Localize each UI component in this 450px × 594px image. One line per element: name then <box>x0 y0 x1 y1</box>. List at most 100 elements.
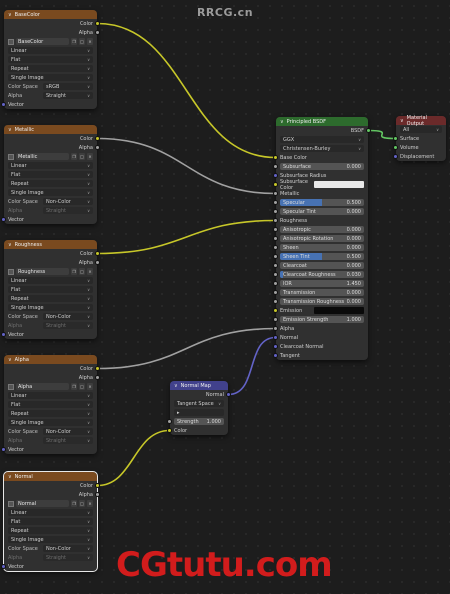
extension-dropdown[interactable]: Repeat ∨ <box>8 295 93 302</box>
fake-user-icon[interactable]: ❐ <box>71 268 77 275</box>
folder-icon[interactable]: □ <box>79 500 85 507</box>
fake-user-icon[interactable]: ❐ <box>71 383 77 390</box>
image-texture-node[interactable]: ∨ Normal Color Alpha Normal ❐ □ × Linear ∨ Flat ∨ Re… <box>1 471 100 572</box>
base-color-input-socket[interactable] <box>273 155 278 160</box>
extension-dropdown[interactable]: Repeat ∨ <box>8 65 93 72</box>
subsurface-radius-input-socket[interactable] <box>273 173 278 178</box>
anisotropic-socket[interactable] <box>273 227 278 232</box>
transmission-roughness-slider[interactable]: Transmission Roughness 0.000 <box>280 298 364 305</box>
clearcoat-normal-input-socket[interactable] <box>273 344 278 349</box>
principled-bsdf-node[interactable]: ∨ Principled BSDF BSDF GGX ∨ Christensen-Burl… <box>273 117 371 360</box>
emission-strength-slider[interactable]: Emission Strength 1.000 <box>280 316 364 323</box>
anisotropic-rotation-socket[interactable] <box>273 236 278 241</box>
source-dropdown[interactable]: Single Image ∨ <box>8 304 93 311</box>
alpha-output-socket[interactable] <box>95 375 100 380</box>
collapse-icon[interactable]: ∨ <box>8 127 12 133</box>
projection-dropdown[interactable]: Flat ∨ <box>8 286 93 293</box>
transmission-slider[interactable]: Transmission 0.000 <box>280 289 364 296</box>
strength-socket[interactable] <box>167 419 172 424</box>
sheen-tint-slider[interactable]: Sheen Tint 0.500 <box>280 253 364 260</box>
collapse-icon[interactable]: ∨ <box>8 474 12 480</box>
extension-dropdown[interactable]: Repeat ∨ <box>8 527 93 534</box>
render-target-dropdown[interactable]: All ∨ <box>400 126 442 133</box>
color-output-socket[interactable] <box>95 483 100 488</box>
alpha-mode-dropdown[interactable]: Straight ∨ <box>43 437 93 444</box>
color-output-socket[interactable] <box>95 251 100 256</box>
emission-socket[interactable] <box>273 308 278 313</box>
close-icon[interactable]: × <box>87 500 93 507</box>
node-header[interactable]: ∨ Metallic <box>4 125 97 134</box>
source-dropdown[interactable]: Single Image ∨ <box>8 536 93 543</box>
projection-dropdown[interactable]: Flat ∨ <box>8 171 93 178</box>
distribution-dropdown[interactable]: GGX ∨ <box>280 136 364 143</box>
folder-icon[interactable]: □ <box>79 153 85 160</box>
anisotropic-rotation-slider[interactable]: Anisotropic Rotation 0.000 <box>280 235 364 242</box>
roughness-input-socket[interactable] <box>273 218 278 223</box>
node-header[interactable]: ∨ Normal <box>4 472 97 481</box>
color-input-socket[interactable] <box>167 428 172 433</box>
image-texture-node[interactable]: ∨ Alpha Color Alpha Alpha ❐ □ × Linear ∨ Flat ∨ Repe… <box>1 355 100 454</box>
emission-color-swatch[interactable] <box>314 307 364 314</box>
vector-input-socket[interactable] <box>1 332 6 337</box>
subsurface-color-socket[interactable] <box>273 182 278 187</box>
folder-icon[interactable]: □ <box>79 383 85 390</box>
alpha-output-socket[interactable] <box>95 145 100 150</box>
volume-input-socket[interactable] <box>393 145 398 150</box>
normal-input-socket[interactable] <box>273 335 278 340</box>
clearcoat-roughness-slider[interactable]: Clearcoat Roughness 0.030 <box>280 271 364 278</box>
color-space-dropdown[interactable]: Non-Color ∨ <box>43 313 93 320</box>
ior-slider[interactable]: IOR 1.450 <box>280 280 364 287</box>
normal-space-dropdown[interactable]: Tangent Space ∨ <box>174 400 224 407</box>
image-texture-node[interactable]: ∨ Roughness Color Alpha Roughness ❐ □ × Linear ∨ F… <box>1 240 100 339</box>
material-output-node[interactable]: ∨ Material Output All ∨ Surface Volume Displac… <box>393 115 446 161</box>
node-header[interactable]: ∨ Roughness <box>4 240 97 249</box>
alpha-mode-dropdown[interactable]: Straight ∨ <box>43 207 93 214</box>
collapse-icon[interactable]: ∨ <box>280 119 284 125</box>
extension-dropdown[interactable]: Repeat ∨ <box>8 410 93 417</box>
extension-dropdown[interactable]: Repeat ∨ <box>8 180 93 187</box>
source-dropdown[interactable]: Single Image ∨ <box>8 189 93 196</box>
emission-strength-socket[interactable] <box>273 317 278 322</box>
clearcoat-roughness-socket[interactable] <box>273 272 278 277</box>
subsurface-color-swatch[interactable] <box>314 181 364 188</box>
collapse-icon[interactable]: ∨ <box>8 242 12 248</box>
source-dropdown[interactable]: Single Image ∨ <box>8 74 93 81</box>
clearcoat-socket[interactable] <box>273 263 278 268</box>
subsurface-socket[interactable] <box>273 164 278 169</box>
transmission-socket[interactable] <box>273 290 278 295</box>
fake-user-icon[interactable]: ❐ <box>71 38 77 45</box>
color-space-dropdown[interactable]: sRGB ∨ <box>43 83 93 90</box>
collapse-icon[interactable]: ∨ <box>400 118 404 124</box>
color-output-socket[interactable] <box>95 366 100 371</box>
specular-tint-socket[interactable] <box>273 209 278 214</box>
alpha-input-socket[interactable] <box>273 326 278 331</box>
source-dropdown[interactable]: Single Image ∨ <box>8 419 93 426</box>
vector-input-socket[interactable] <box>1 564 6 569</box>
color-space-dropdown[interactable]: Non-Color ∨ <box>43 428 93 435</box>
anisotropic-slider[interactable]: Anisotropic 0.000 <box>280 226 364 233</box>
node-header[interactable]: ∨ Normal Map <box>170 381 228 390</box>
image-name-field[interactable]: Roughness <box>16 268 69 275</box>
collapse-icon[interactable]: ∨ <box>174 383 178 389</box>
close-icon[interactable]: × <box>87 383 93 390</box>
alpha-mode-dropdown[interactable]: Straight ∨ <box>43 322 93 329</box>
alpha-output-socket[interactable] <box>95 30 100 35</box>
color-space-dropdown[interactable]: Non-Color ∨ <box>43 545 93 552</box>
image-name-field[interactable]: Normal <box>16 500 69 507</box>
normal-output-socket[interactable] <box>226 392 231 397</box>
image-name-field[interactable]: Metallic <box>16 153 69 160</box>
tangent-input-socket[interactable] <box>273 353 278 358</box>
color-space-dropdown[interactable]: Non-Color ∨ <box>43 198 93 205</box>
ior-socket[interactable] <box>273 281 278 286</box>
specular-slider[interactable]: Specular 0.500 <box>280 199 364 206</box>
node-header[interactable]: ∨ Material Output <box>396 115 446 127</box>
folder-icon[interactable]: □ <box>79 268 85 275</box>
image-name-field[interactable]: Alpha <box>16 383 69 390</box>
interpolation-dropdown[interactable]: Linear ∨ <box>8 509 93 516</box>
interpolation-dropdown[interactable]: Linear ∨ <box>8 162 93 169</box>
folder-icon[interactable]: □ <box>79 38 85 45</box>
sheen-socket[interactable] <box>273 245 278 250</box>
interpolation-dropdown[interactable]: Linear ∨ <box>8 47 93 54</box>
node-header[interactable]: ∨ Principled BSDF <box>276 117 368 126</box>
fake-user-icon[interactable]: ❐ <box>71 153 77 160</box>
